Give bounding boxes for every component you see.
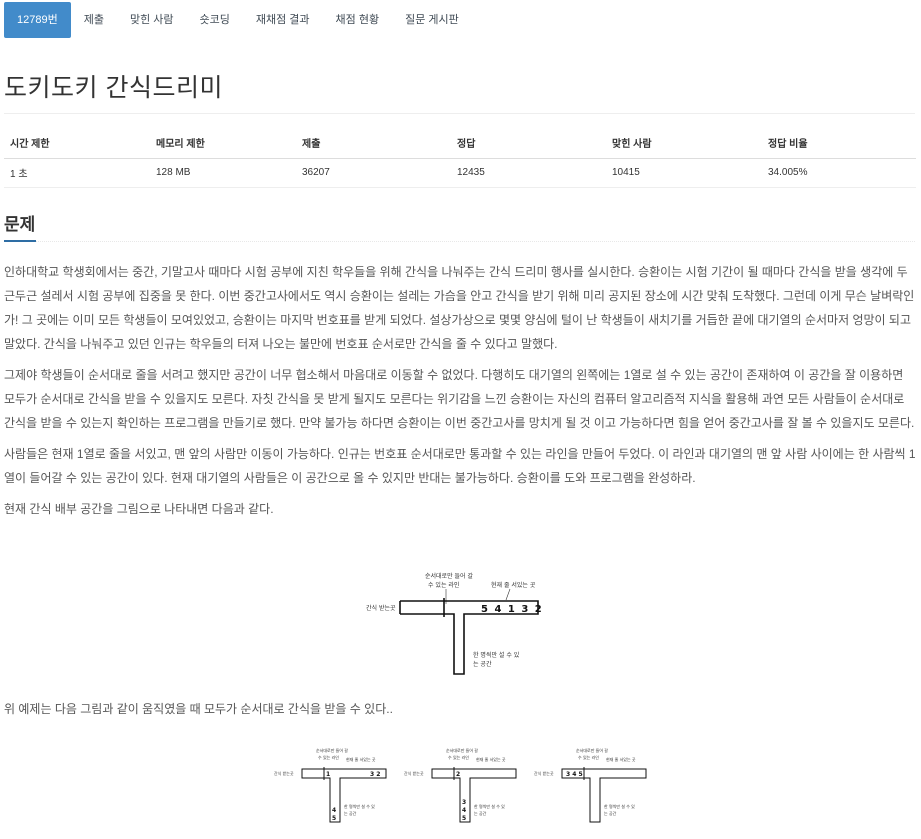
step-line-number: 1 bbox=[326, 771, 330, 778]
description-paragraph-3: 사람들은 현재 1열로 줄을 서있고, 맨 앞의 사람만 이동이 가능하다. 인… bbox=[4, 447, 916, 485]
step-stack-number: 5 bbox=[462, 815, 466, 822]
step-receive-numbers: 3 4 5 bbox=[566, 771, 583, 778]
header-accepted: 정답 bbox=[451, 128, 606, 159]
line-label: 순서대로만 들어 갈 bbox=[425, 572, 473, 580]
step-stack-number: 3 bbox=[462, 799, 466, 806]
side-space-label: 한 명씩만 설 수 있 bbox=[473, 651, 520, 659]
receive-label: 간식 받는곳 bbox=[274, 770, 294, 776]
header-time-limit: 시간 제한 bbox=[4, 128, 150, 159]
receive-label: 간식 받는곳 bbox=[366, 604, 396, 612]
step-stack-number: 4 bbox=[462, 807, 466, 814]
table-row: 1 초 128 MB 36207 12435 10415 34.005% bbox=[4, 158, 916, 187]
example-caption: 위 예제는 다음 그림과 같이 움직였을 때 모두가 순서대로 간식을 받을 수… bbox=[4, 702, 393, 716]
queue-diagram: 순서대로만 들어 갈 수 있는 라인 현재 줄 서있는 곳 간식 받는곳 5 4… bbox=[366, 572, 543, 675]
title-divider bbox=[4, 113, 915, 114]
receive-label: 간식 받는곳 bbox=[534, 770, 554, 776]
nav-tab-problem[interactable]: 12789번 bbox=[4, 2, 71, 38]
line-label-2: 수 있는 라인 bbox=[428, 581, 459, 589]
side-space-label-2: 는 공간 bbox=[474, 810, 487, 816]
line-label-2: 수 있는 라인 bbox=[578, 754, 599, 760]
queue-label: 현재 줄 서있는 곳 bbox=[346, 756, 376, 762]
line-label: 순서대로만 들어 갈 bbox=[316, 747, 348, 753]
solved-users-value: 10415 bbox=[612, 167, 640, 178]
description-paragraph-4: 현재 간식 배부 공간을 그림으로 나타내면 다음과 같다. bbox=[4, 502, 274, 516]
side-space-label-2: 는 공간 bbox=[344, 810, 357, 816]
line-label: 순서대로만 들어 갈 bbox=[576, 747, 608, 753]
header-solved-users: 맞힌 사람 bbox=[606, 128, 762, 159]
section-heading-underline bbox=[4, 240, 36, 242]
side-space-label: 한 명씩만 설 수 있 bbox=[474, 803, 505, 809]
queue-numbers: 5 4 1 3 2 bbox=[481, 604, 543, 615]
side-space-label: 한 명씩만 설 수 있 bbox=[344, 803, 375, 809]
nav-tab-status[interactable]: 채점 현황 bbox=[323, 2, 393, 38]
step-queue-numbers: 3 2 bbox=[370, 771, 380, 778]
queue-label-pointer bbox=[505, 588, 511, 601]
time-limit-value: 1 초 bbox=[10, 169, 28, 180]
section-heading-problem: 문제 bbox=[4, 215, 36, 234]
side-space-label-2: 는 공간 bbox=[604, 810, 617, 816]
description-paragraph-1: 인하대학교 학생회에서는 중간, 기말고사 때마다 시험 공부에 지친 학우들을… bbox=[4, 265, 915, 351]
problem-description: 인하대학교 학생회에서는 중간, 기말고사 때마다 시험 공부에 지친 학우들을… bbox=[4, 260, 916, 528]
accept-ratio-value: 34.005% bbox=[768, 167, 808, 178]
steps-diagram: 순서대로만 들어 갈수 있는 라인 현재 줄 서있는 곳간식 받는곳 1 3 245한… bbox=[274, 747, 647, 823]
section-divider bbox=[36, 241, 915, 242]
problem-title: 도키도키 간식드리미 bbox=[4, 74, 223, 102]
header-memory-limit: 메모리 제한 bbox=[150, 128, 296, 159]
queue-label: 현재 줄 서있는 곳 bbox=[491, 581, 536, 589]
side-space-label: 한 명씩만 설 수 있 bbox=[604, 803, 635, 809]
step-line-number: 2 bbox=[456, 771, 460, 778]
line-label: 순서대로만 들어 갈 bbox=[446, 747, 478, 753]
queue-label: 현재 줄 서있는 곳 bbox=[476, 756, 506, 762]
nav-tab-submit[interactable]: 제출 bbox=[71, 2, 117, 38]
nav-tab-solved-users[interactable]: 맞힌 사람 bbox=[117, 2, 187, 38]
line-label-2: 수 있는 라인 bbox=[318, 754, 339, 760]
step-stack-number: 5 bbox=[332, 815, 336, 822]
header-submissions: 제출 bbox=[296, 128, 451, 159]
nav-tab-qna-board[interactable]: 질문 게시판 bbox=[392, 2, 472, 38]
table-header-row: 시간 제한 메모리 제한 제출 정답 맞힌 사람 정답 비율 bbox=[4, 128, 916, 159]
queue-label: 현재 줄 서있는 곳 bbox=[606, 756, 636, 762]
receive-label: 간식 받는곳 bbox=[404, 770, 424, 776]
memory-limit-value: 128 MB bbox=[156, 167, 191, 178]
description-paragraph-2: 그제야 학생들이 순서대로 줄을 서려고 했지만 공간이 너무 협소해서 마음대… bbox=[4, 368, 915, 430]
problem-nav: 12789번 제출 맞힌 사람 숏코딩 재채점 결과 채점 현황 질문 게시판 bbox=[4, 2, 472, 38]
step-stack-number: 4 bbox=[332, 807, 336, 814]
problem-info-table: 시간 제한 메모리 제한 제출 정답 맞힌 사람 정답 비율 1 초 128 M… bbox=[4, 128, 916, 188]
nav-tab-rejudge-results[interactable]: 재채점 결과 bbox=[243, 2, 323, 38]
nav-tab-short-coding[interactable]: 숏코딩 bbox=[187, 2, 243, 38]
header-accept-ratio: 정답 비율 bbox=[762, 128, 916, 159]
accepted-value: 12435 bbox=[457, 167, 485, 178]
submissions-value: 36207 bbox=[302, 167, 330, 178]
line-label-2: 수 있는 라인 bbox=[448, 754, 469, 760]
side-space-label-2: 는 공간 bbox=[473, 660, 492, 668]
